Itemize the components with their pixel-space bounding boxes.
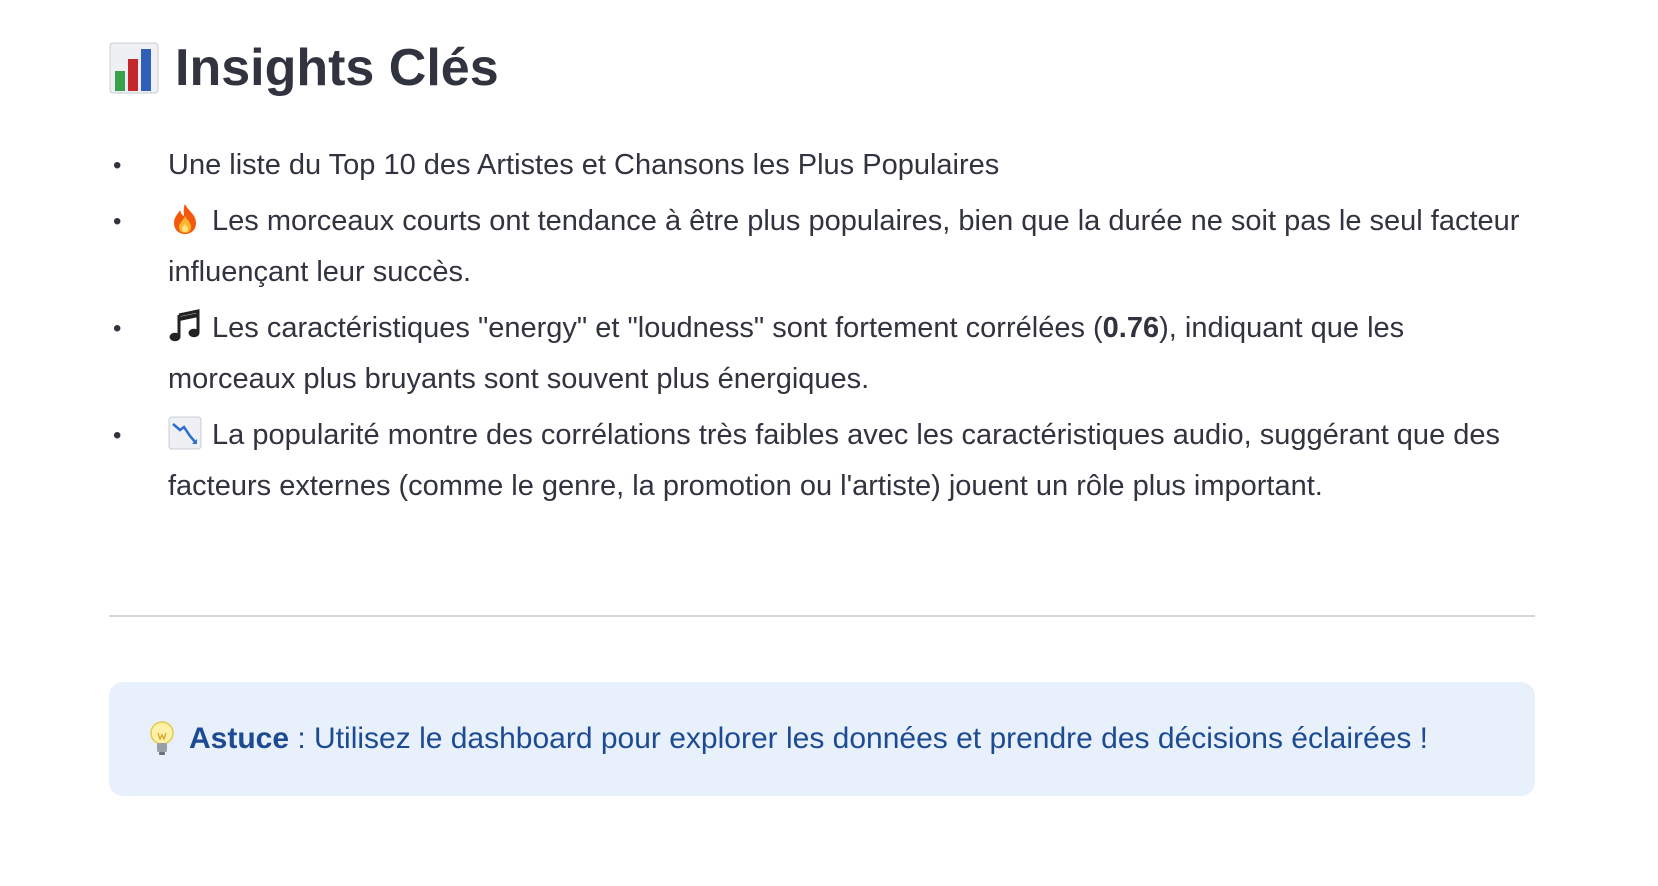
list-item: • Une liste du Top 10 des Artistes et Ch… [109,140,1535,191]
insights-list: • Une liste du Top 10 des Artistes et Ch… [109,140,1535,517]
fire-icon [168,202,202,236]
bullet: • [113,315,122,342]
bullet: • [113,152,122,179]
tip-text: : Utilisez le dashboard pour explorer le… [289,722,1429,755]
list-item: • Les caractéristiques "energy" et "loud… [109,303,1535,405]
page-title-text: Insights Clés [175,39,499,97]
correlation-value: 0.76 [1102,312,1160,344]
chart-decreasing-icon [168,416,202,450]
music-notes-icon [168,309,202,343]
bar-chart-icon [109,41,159,95]
bullet: • [113,422,122,449]
list-item: • La popularité montre des corrélations … [109,410,1535,512]
divider [109,615,1535,617]
tip-callout: Astuce : Utilisez le dashboard pour expl… [109,682,1535,796]
insight-text: Une liste du Top 10 des Artistes et Chan… [168,149,1000,181]
list-item: • Les morceaux courts ont tendance à êtr… [109,196,1535,298]
bullet: • [113,208,122,235]
page-title: Insights Clés [109,36,499,100]
insight-text: Les caractéristiques "energy" et "loudne… [212,312,1103,344]
insight-text: La popularité montre des corrélations tr… [168,419,1501,502]
page: Insights Clés • Une liste du Top 10 des … [0,0,1658,886]
light-bulb-icon [147,719,177,759]
tip-label: Astuce [189,722,290,755]
insight-text: Les morceaux courts ont tendance à être … [168,205,1520,288]
